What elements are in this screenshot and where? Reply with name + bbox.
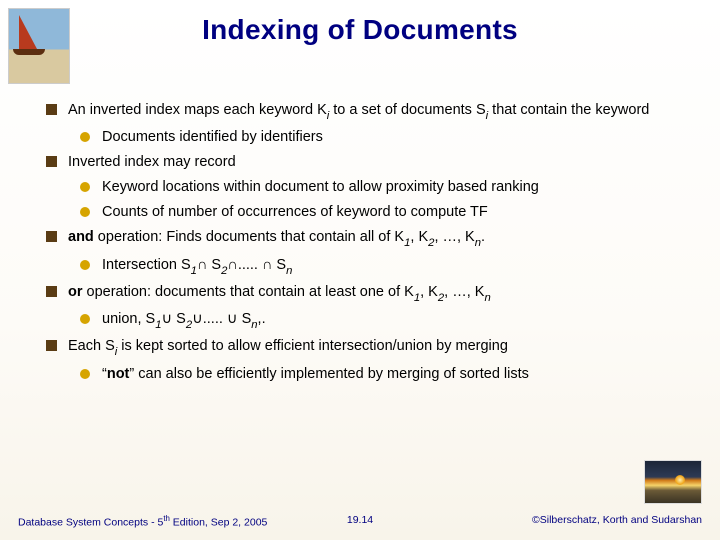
sunset-image	[644, 460, 702, 504]
sub-i: i	[115, 346, 118, 358]
text: union, S	[102, 311, 155, 327]
text: , K	[420, 284, 438, 300]
var-k: K	[317, 102, 327, 118]
text: that contain the keyword	[488, 102, 649, 118]
bullet-may-record: Inverted index may record	[46, 152, 690, 173]
text: , …, K	[434, 229, 474, 245]
text: operation: documents that contain at lea…	[83, 284, 414, 300]
text: An inverted index maps each keyword	[68, 102, 317, 118]
sailboat-image	[8, 8, 70, 84]
subbullet-doc-ids: Documents identified by identifiers	[80, 127, 690, 148]
sub-n: n	[484, 292, 490, 304]
bullet-or-operation: or operation: documents that contain at …	[46, 282, 690, 305]
sub-n: n	[251, 319, 257, 331]
text: Each S	[68, 338, 115, 354]
footer-left: Database System Concepts - 5th Edition, …	[18, 514, 267, 529]
sub-1: 1	[414, 292, 420, 304]
text: is kept sorted to allow efficient inters…	[117, 338, 508, 354]
text: Intersection S	[102, 257, 191, 273]
slide-body: An inverted index maps each keyword Ki t…	[46, 100, 690, 389]
sub-i: i	[486, 110, 489, 122]
text: ∪..... ∪ S	[192, 311, 251, 327]
bold-or: or	[68, 284, 83, 300]
sub-i: i	[327, 110, 330, 122]
subbullet-intersection: Intersection S1∩ S2∩..... ∩ Sn	[80, 255, 690, 278]
subbullet-locations: Keyword locations within document to all…	[80, 177, 690, 198]
bold-not: not	[107, 366, 130, 382]
text: operation: Finds documents that contain …	[94, 229, 404, 245]
sub-n: n	[286, 265, 292, 277]
sub-2: 2	[186, 319, 192, 331]
bullet-and-operation: and operation: Finds documents that cont…	[46, 227, 690, 250]
slide: Indexing of Documents An inverted index …	[0, 0, 720, 540]
var-s: S	[476, 102, 486, 118]
text: , …, K	[444, 284, 484, 300]
subbullet-not: “not” can also be efficiently implemente…	[80, 364, 690, 385]
text: Database System Concepts - 5	[18, 517, 163, 529]
footer-right: ©Silberschatz, Korth and Sudarshan	[532, 514, 702, 526]
text: ∪ S	[162, 311, 186, 327]
bold-and: and	[68, 229, 94, 245]
text: Edition, Sep 2, 2005	[170, 517, 268, 529]
bullet-inverted-index: An inverted index maps each keyword Ki t…	[46, 100, 690, 123]
footer: Database System Concepts - 5th Edition, …	[0, 514, 720, 526]
sub-n: n	[475, 237, 481, 249]
text: to a set of documents	[329, 102, 476, 118]
sub-2: 2	[428, 237, 434, 249]
text: .	[481, 229, 485, 245]
sub-2: 2	[221, 265, 227, 277]
subbullet-union: union, S1∪ S2∪..... ∪ Sn,.	[80, 309, 690, 332]
text: can also be efficiently implemented by m…	[134, 366, 529, 382]
sub-1: 1	[155, 319, 161, 331]
bullet-sorted: Each Si is kept sorted to allow efficien…	[46, 336, 690, 359]
sub-2: 2	[438, 292, 444, 304]
subbullet-counts: Counts of number of occurrences of keywo…	[80, 202, 690, 223]
text: , K	[410, 229, 428, 245]
sub-1: 1	[191, 265, 197, 277]
sub-1: 1	[404, 237, 410, 249]
slide-title: Indexing of Documents	[0, 0, 720, 46]
text: ∩..... ∩ S	[227, 257, 286, 273]
text: ,.	[258, 311, 266, 327]
text: ∩ S	[197, 257, 221, 273]
